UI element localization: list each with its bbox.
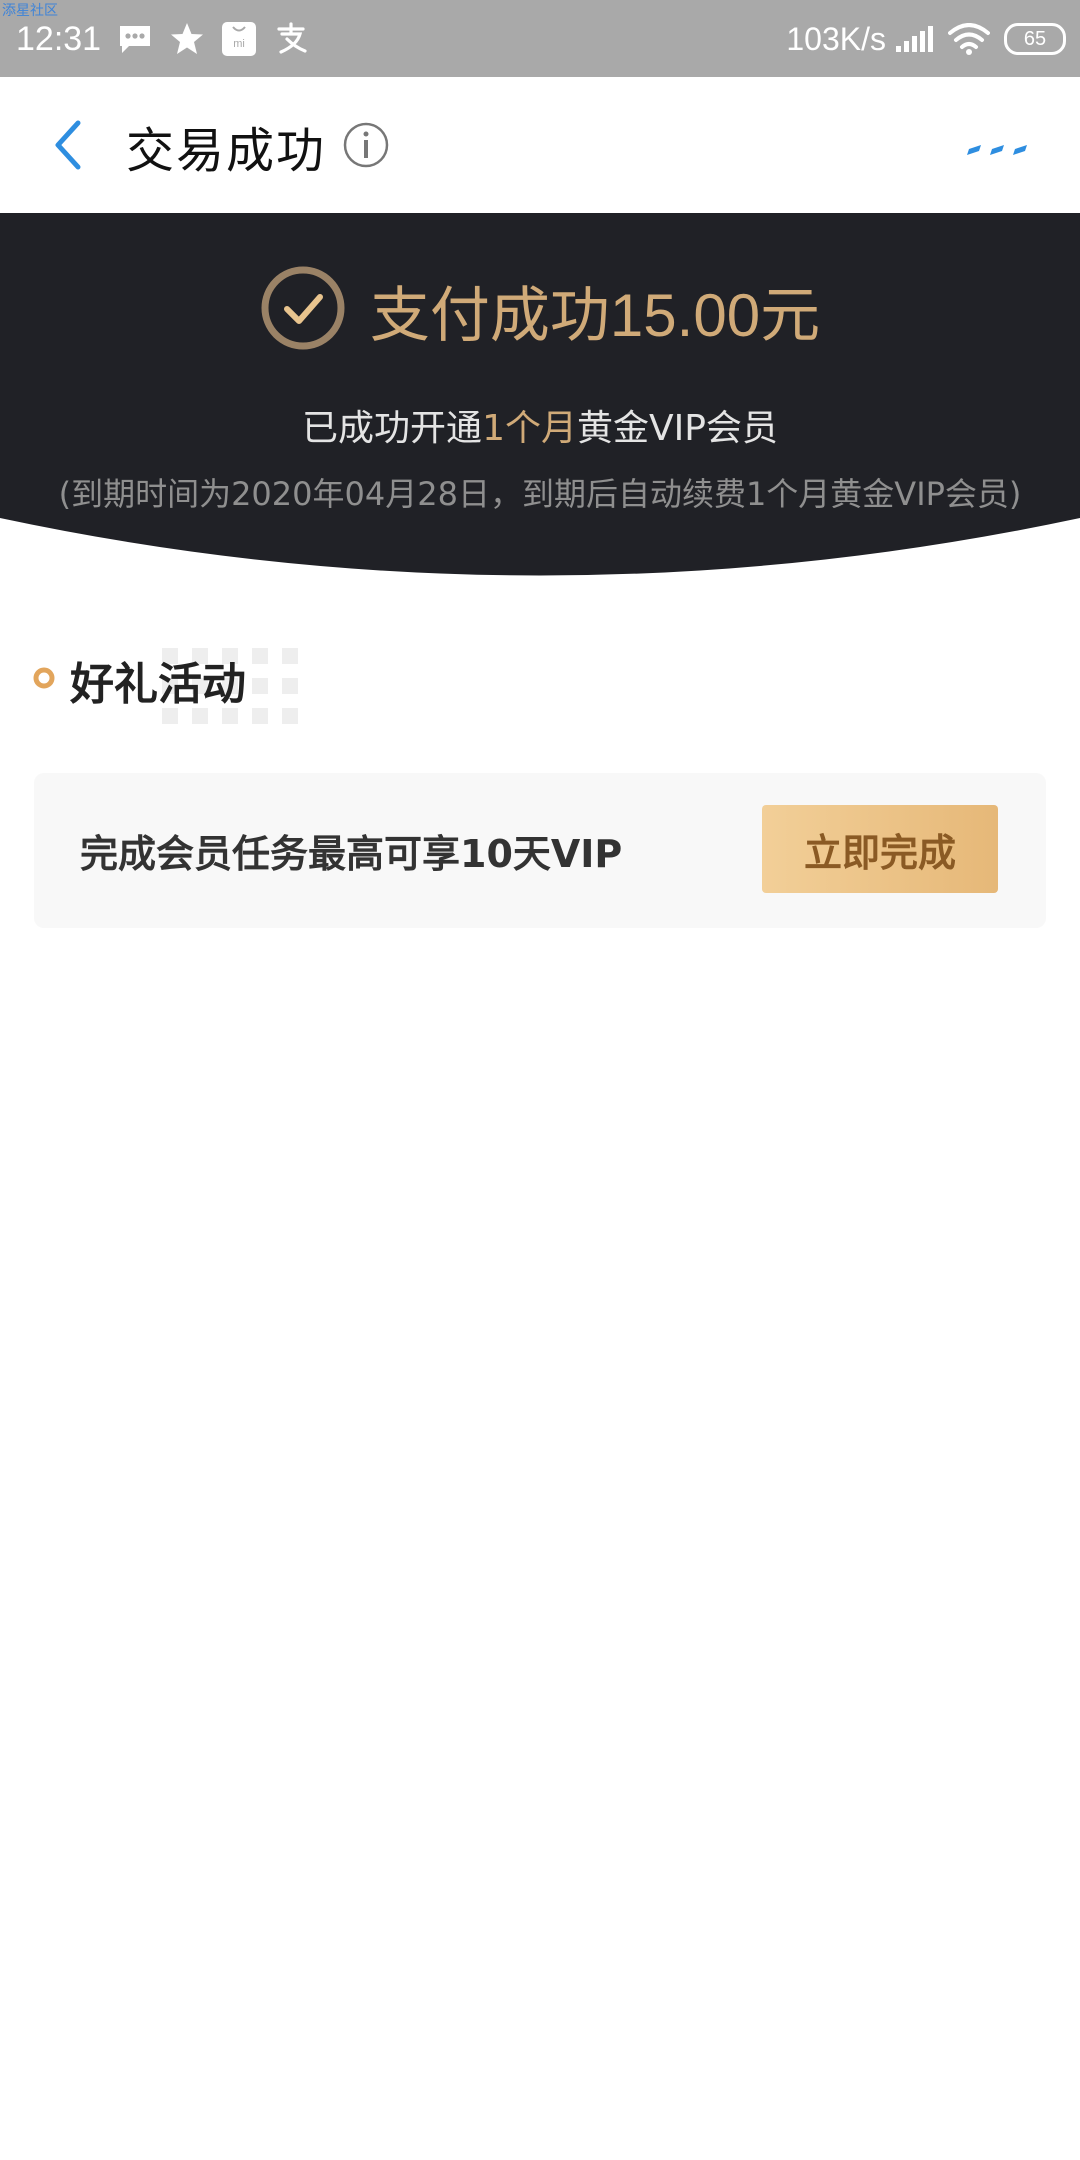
page-title: 交易成功	[126, 123, 327, 179]
nav-bar: 交易成功	[0, 77, 1080, 213]
payment-success-banner: 支付成功15.00元 已成功开通1个月黄金VIP会员 (到期时间为2020年04…	[0, 213, 1080, 593]
star-icon	[169, 19, 205, 59]
watermark: 添星社区	[2, 3, 58, 19]
vip-activation-text: 已成功开通1个月黄金VIP会员	[0, 399, 1080, 451]
battery-icon: 65	[1004, 23, 1066, 55]
section-header: 好礼活动	[32, 640, 246, 720]
more-button[interactable]	[964, 127, 1036, 163]
info-icon[interactable]	[342, 121, 390, 173]
status-bar: 12:31 mi 103K/s 65	[0, 0, 1080, 77]
vip-text-suffix: 黄金VIP会员	[576, 408, 778, 449]
mi-store-icon: mi	[221, 19, 257, 59]
message-icon	[117, 19, 153, 59]
complete-now-button[interactable]: 立即完成	[762, 805, 998, 893]
net-speed: 103K/s	[786, 20, 886, 57]
payment-success-title: 支付成功15.00元	[369, 281, 821, 349]
more-icon	[967, 145, 1027, 155]
section-title: 好礼活动	[70, 659, 246, 710]
expiry-note: (到期时间为2020年04月28日，到期后自动续费1个月黄金VIP会员)	[58, 475, 1022, 513]
activity-text: 完成会员任务最高可享10天VIP	[80, 832, 623, 876]
vip-duration: 1个月	[482, 408, 577, 449]
signal-icon	[894, 19, 934, 59]
activity-card: 完成会员任务最高可享10天VIP 立即完成	[34, 773, 1046, 928]
alipay-icon	[273, 19, 309, 59]
back-arrow-icon	[55, 120, 81, 170]
bullet-ring-icon	[32, 666, 56, 694]
back-button[interactable]	[36, 113, 100, 177]
status-time: 12:31	[16, 19, 102, 58]
vip-text-prefix: 已成功开通	[302, 408, 483, 449]
success-check-icon	[260, 265, 346, 355]
wifi-icon	[948, 19, 990, 59]
svg-text:mi: mi	[233, 38, 245, 50]
